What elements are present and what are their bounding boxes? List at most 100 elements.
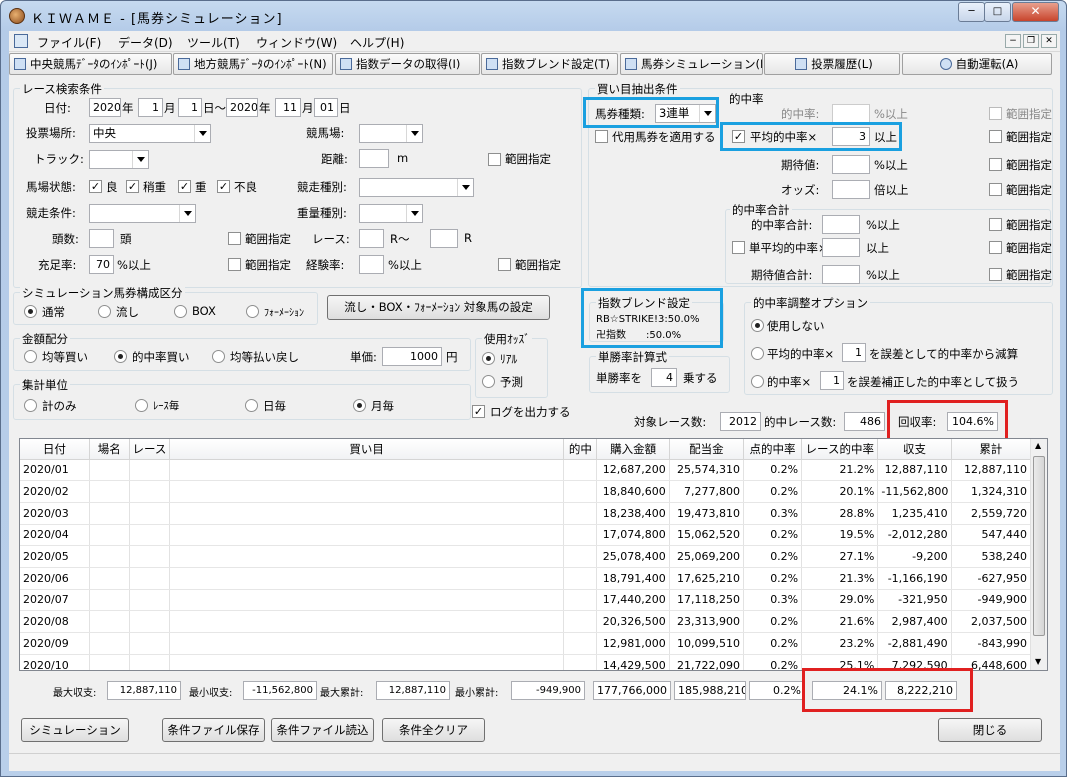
agg-race-radio[interactable] bbox=[135, 399, 148, 412]
fetch-index-button[interactable]: 指数データの取得(I) bbox=[335, 53, 480, 75]
simulation-button[interactable]: シミュレーション bbox=[21, 718, 129, 742]
hit-rate-field[interactable] bbox=[832, 104, 870, 123]
clear-conditions-button[interactable]: 条件全クリア bbox=[382, 718, 485, 742]
import-local-button[interactable]: 地方競馬ﾃﾞｰﾀのｲﾝﾎﾟｰﾄ(N) bbox=[173, 53, 333, 75]
maximize-button[interactable]: □ bbox=[984, 2, 1011, 22]
mdi-close-button[interactable]: ✕ bbox=[1041, 34, 1057, 48]
table-row[interactable]: 2020/08 20,326,500 23,313,900 0.2% 21.6% 2,98… bbox=[20, 610, 1032, 633]
agg-total-radio[interactable] bbox=[24, 399, 37, 412]
hit-sum-range-checkbox[interactable] bbox=[989, 218, 1002, 231]
course-select[interactable] bbox=[359, 124, 423, 143]
close-button[interactable]: 閉じる bbox=[938, 718, 1042, 742]
adjust-none-radio[interactable] bbox=[751, 319, 764, 332]
agg-month-radio[interactable] bbox=[353, 399, 366, 412]
baba-bad-checkbox[interactable]: ✓ bbox=[217, 180, 230, 193]
load-conditions-button[interactable]: 条件ファイル読込 bbox=[271, 718, 374, 742]
heads-field[interactable] bbox=[89, 229, 114, 248]
start-day-field[interactable]: 1 bbox=[178, 98, 202, 117]
import-central-button[interactable]: 中央競馬ﾃﾞｰﾀのｲﾝﾎﾟｰﾄ(J) bbox=[9, 53, 172, 75]
menu-file[interactable]: ファイル(F) bbox=[37, 34, 101, 51]
start-year-field[interactable]: 2020 bbox=[89, 98, 121, 117]
fill-rate-field[interactable]: 70 bbox=[89, 255, 114, 274]
close-window-button[interactable]: ✕ bbox=[1012, 2, 1059, 22]
distance-range-checkbox[interactable] bbox=[488, 153, 501, 166]
agg-day-radio[interactable] bbox=[245, 399, 258, 412]
column-header[interactable]: レース的中率 bbox=[801, 439, 879, 460]
baba-slightly-heavy-checkbox[interactable]: ✓ bbox=[126, 180, 139, 193]
app-icon[interactable] bbox=[9, 8, 25, 24]
column-header[interactable]: 累計 bbox=[951, 439, 1032, 460]
column-header[interactable]: 購入金額 bbox=[596, 439, 670, 460]
menu-data[interactable]: データ(D) bbox=[118, 34, 173, 51]
column-header[interactable]: 的中 bbox=[563, 439, 598, 460]
money-equal-payout-radio[interactable] bbox=[212, 350, 225, 363]
unit-price-field[interactable]: 1000 bbox=[382, 347, 442, 366]
column-header[interactable]: 収支 bbox=[877, 439, 952, 460]
blend-setting-button[interactable]: 指数ブレンド設定(T) bbox=[481, 53, 618, 75]
table-row[interactable]: 2020/01 12,687,200 25,574,310 0.2% 21.2% 12,8… bbox=[20, 459, 1032, 482]
table-row[interactable]: 2020/09 12,981,000 10,099,510 0.2% 23.2% -2,8… bbox=[20, 632, 1032, 655]
adjust-rate-field[interactable]: 1 bbox=[820, 371, 844, 390]
start-month-field[interactable]: 1 bbox=[138, 98, 163, 117]
odds-real-radio[interactable] bbox=[482, 352, 495, 365]
single-avg-checkbox[interactable] bbox=[732, 241, 745, 254]
auto-run-button[interactable]: 自動運転(A) bbox=[902, 53, 1052, 75]
odds-range-checkbox[interactable] bbox=[989, 183, 1002, 196]
adjust-rate-radio[interactable] bbox=[751, 375, 764, 388]
expect-sum-field[interactable] bbox=[822, 265, 860, 284]
fill-range-checkbox[interactable] bbox=[228, 258, 241, 271]
sim-normal-radio[interactable] bbox=[24, 305, 37, 318]
venue-type-select[interactable]: 中央 bbox=[89, 124, 211, 143]
sim-formation-radio[interactable] bbox=[246, 305, 259, 318]
bet-simulation-button[interactable]: 馬券シミュレーション(B) bbox=[620, 53, 763, 75]
document-icon[interactable] bbox=[14, 34, 28, 48]
end-year-field[interactable]: 2020 bbox=[226, 98, 258, 117]
table-row[interactable]: 2020/03 18,238,400 19,473,810 0.3% 28.8% 1,23… bbox=[20, 502, 1032, 525]
single-avg-field[interactable] bbox=[822, 238, 860, 257]
adjust-avg-radio[interactable] bbox=[751, 347, 764, 360]
hit-sum-field[interactable] bbox=[822, 215, 860, 234]
output-log-checkbox[interactable]: ✓ bbox=[472, 405, 485, 418]
baba-heavy-checkbox[interactable]: ✓ bbox=[178, 180, 191, 193]
table-scrollbar[interactable]: ▲ ▼ bbox=[1030, 439, 1047, 670]
title-bar[interactable]: ＫＩＷＡＭＥ - [馬券シミュレーション] ─ □ ✕ bbox=[1, 1, 1066, 31]
table-row[interactable]: 2020/02 18,840,600 7,277,800 0.2% 20.1% -11,5… bbox=[20, 480, 1032, 503]
results-table[interactable]: 日付 場名 レース 買い目 的中 購入金額 配当金 点的中率 レース的中率 収支 累計 2020/0… bbox=[19, 438, 1048, 671]
race-kind-select[interactable] bbox=[359, 178, 474, 197]
expect-range-checkbox[interactable] bbox=[989, 158, 1002, 171]
single-avg-range-checkbox[interactable] bbox=[989, 241, 1002, 254]
menu-tools[interactable]: ツール(T) bbox=[187, 34, 240, 51]
column-header[interactable]: 場名 bbox=[89, 439, 130, 460]
money-hit-rate-radio[interactable] bbox=[114, 350, 127, 363]
odds-forecast-radio[interactable] bbox=[482, 375, 495, 388]
column-header[interactable]: 買い目 bbox=[169, 439, 565, 460]
sim-nagashi-radio[interactable] bbox=[98, 305, 111, 318]
adjust-avg-field[interactable]: 1 bbox=[842, 343, 866, 362]
race-to-field[interactable] bbox=[430, 229, 458, 248]
minimize-button[interactable]: ─ bbox=[958, 2, 985, 22]
weight-kind-select[interactable] bbox=[359, 204, 423, 223]
column-header[interactable]: レース bbox=[129, 439, 170, 460]
single-win-field[interactable]: 4 bbox=[651, 368, 677, 387]
heads-range-checkbox[interactable] bbox=[228, 232, 241, 245]
table-row[interactable]: 2020/07 17,440,200 17,118,250 0.3% 29.0% -321… bbox=[20, 589, 1032, 612]
target-horses-button[interactable]: 流し・BOX・ﾌｫｰﾒｰｼｮﾝ 対象馬の設定 bbox=[327, 295, 550, 320]
save-conditions-button[interactable]: 条件ファイル保存 bbox=[162, 718, 265, 742]
race-from-field[interactable] bbox=[359, 229, 384, 248]
expect-field[interactable] bbox=[832, 155, 870, 174]
expect-sum-range-checkbox[interactable] bbox=[989, 268, 1002, 281]
odds-field[interactable] bbox=[832, 180, 870, 199]
column-header[interactable]: 点的中率 bbox=[743, 439, 803, 460]
mdi-minimize-button[interactable]: − bbox=[1005, 34, 1021, 48]
end-month-field[interactable]: 11 bbox=[275, 98, 301, 117]
hit-rate-range-checkbox[interactable] bbox=[989, 107, 1002, 120]
scroll-up-icon[interactable]: ▲ bbox=[1035, 441, 1041, 450]
column-header[interactable]: 配当金 bbox=[669, 439, 744, 460]
column-header[interactable]: 日付 bbox=[20, 439, 90, 460]
menu-help[interactable]: ヘルプ(H) bbox=[350, 34, 404, 51]
end-day-field[interactable]: 01 bbox=[314, 98, 338, 117]
table-row[interactable]: 2020/06 18,791,400 17,625,210 0.2% 21.3% -1,1… bbox=[20, 567, 1032, 590]
track-select[interactable] bbox=[89, 150, 149, 169]
scroll-thumb[interactable] bbox=[1033, 456, 1045, 636]
scroll-down-icon[interactable]: ▼ bbox=[1035, 657, 1041, 666]
